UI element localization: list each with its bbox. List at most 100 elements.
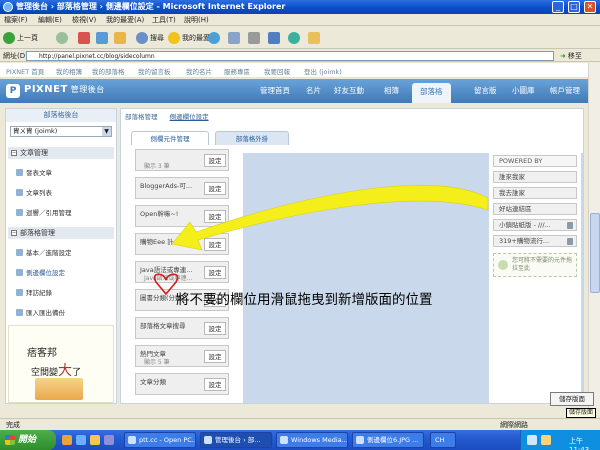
widget-links[interactable]: 好站連結區 (493, 203, 577, 215)
history-button[interactable] (208, 31, 222, 45)
page-scrollbar[interactable] (588, 63, 600, 408)
widget-settings-button[interactable]: 設定 (204, 322, 226, 335)
nav-tab-blog[interactable]: 部落格 (412, 83, 451, 103)
favorites-button[interactable]: 我的最愛 (168, 31, 210, 45)
nav-tab-friends[interactable]: 好友互動 (334, 85, 364, 96)
edit-button[interactable] (268, 31, 282, 45)
quicklaunch-folder-icon[interactable] (90, 435, 100, 445)
tab-widget-manager[interactable]: 側欄元件管理 (131, 131, 209, 145)
blog-account-select[interactable]: 胄ㄨ胄 (joimk) ▼ (10, 126, 112, 137)
menu-help[interactable]: 說明(H) (184, 15, 209, 25)
messenger-button[interactable] (288, 31, 302, 45)
sidebar-item-sidebar-settings[interactable]: 側邊欄位設定 (16, 267, 65, 277)
widget-item[interactable]: 購物Eee 計... 設定 (135, 233, 229, 255)
widget-item[interactable]: 顯示 3 筆 設定 (135, 149, 229, 171)
print-button[interactable] (248, 31, 262, 45)
taskbar-task-active[interactable]: 管理後台 › 部... (200, 432, 272, 448)
link-my-album[interactable]: 我的相簿 (56, 66, 82, 76)
widget-drop-zone[interactable]: 您可將不需要的元件拖拉至此 (493, 253, 577, 277)
nav-tab-guestbook[interactable]: 留言版 (474, 85, 497, 96)
refresh-button[interactable] (96, 31, 110, 45)
taskbar-task[interactable]: 側邊欄位6.JPG ... (352, 432, 424, 448)
home-button[interactable] (114, 31, 128, 45)
mail-button[interactable] (228, 31, 242, 45)
trash-icon[interactable] (567, 222, 573, 229)
widget-visitors[interactable]: 誰來我家 (493, 171, 577, 183)
start-button[interactable]: 開始 (0, 430, 56, 450)
sidebar-item-visit-log[interactable]: 拜訪紀錄 (16, 287, 52, 297)
widget-settings-button[interactable]: 設定 (204, 182, 226, 195)
link-my-card[interactable]: 我的名片 (186, 66, 212, 76)
space-upgrade-ad[interactable]: 痞客邦 空間變大了 (8, 325, 114, 403)
link-logout[interactable]: 登出 (joimk) (304, 66, 342, 76)
trash-icon[interactable] (567, 238, 573, 245)
link-my-blog[interactable]: 我的部落格 (92, 66, 125, 76)
sidebar-item-settings[interactable]: 基本／進階設定 (16, 247, 72, 257)
stop-button[interactable] (78, 31, 92, 45)
widget-visited[interactable]: 我去誰家 (493, 187, 577, 199)
taskbar-task[interactable]: Windows Media... (276, 432, 348, 448)
quicklaunch-firefox-icon[interactable] (62, 435, 72, 445)
comment-icon (16, 209, 23, 216)
sidebar-item-comments[interactable]: 迴響／引用管理 (16, 207, 72, 217)
widget-sticker[interactable]: 小鎮貼紙版 - ///... (493, 219, 577, 231)
forward-button[interactable] (56, 31, 70, 45)
widget-settings-button[interactable]: 設定 (204, 266, 226, 279)
widget-item[interactable]: Java語法或專連... Java語法或專連... 設定 (135, 261, 229, 283)
widget-settings-button[interactable]: 設定 (204, 210, 226, 223)
nav-tab-account[interactable]: 帳戶管理 (550, 85, 580, 96)
sidebar-item-post-list[interactable]: 文章列表 (16, 187, 52, 197)
quicklaunch-ie-icon[interactable] (76, 435, 86, 445)
widget-settings-button[interactable]: 設定 (204, 378, 226, 391)
back-button[interactable]: 上一頁 (3, 31, 38, 45)
widget-powered-by[interactable]: POWERED BY (493, 155, 577, 167)
widget-item[interactable]: 部落格文章搜尋 設定 (135, 317, 229, 339)
scrollbar-thumb[interactable] (590, 213, 600, 293)
widget-settings-button[interactable]: 設定 (204, 238, 226, 251)
breadcrumb-root[interactable]: 部落格管理 (125, 113, 158, 121)
widget-settings-button[interactable]: 設定 (204, 154, 226, 167)
sidebar-group-blog[interactable]: − 部落格管理 (8, 227, 114, 239)
quicklaunch-media-icon[interactable] (104, 435, 114, 445)
link-my-guestbook[interactable]: 我的留言板 (138, 66, 171, 76)
nav-tab-album[interactable]: 相簿 (384, 85, 399, 96)
tray-volume-icon[interactable] (541, 435, 551, 445)
address-input[interactable]: http://panel.pixnet.cc/blog/sidecolumn (26, 51, 554, 61)
sidebar-item-new-post[interactable]: 發表文章 (16, 167, 52, 177)
menu-tools[interactable]: 工具(T) (152, 15, 176, 25)
close-button[interactable]: ✕ (584, 1, 596, 13)
widget-item[interactable]: BloggerAds-可... 設定 (135, 177, 229, 199)
go-button[interactable]: ➜ 移至 (560, 51, 582, 61)
sidebar-group-articles[interactable]: − 文章管理 (8, 147, 114, 159)
language-indicator[interactable]: CH (430, 432, 456, 448)
star-icon (168, 32, 180, 44)
menu-view[interactable]: 檢視(V) (72, 15, 96, 25)
search-button[interactable]: 搜尋 (136, 31, 164, 45)
window-title-bar[interactable]: 管理後台 › 部落格管理 › 側邊欄位設定 - Microsoft Intern… (0, 0, 600, 14)
nav-tab-card[interactable]: 名片 (306, 85, 321, 96)
widget-item[interactable]: Open幹嘛~! 設定 (135, 205, 229, 227)
sidebar-item-backup[interactable]: 匯入匯出備份 (16, 307, 65, 317)
refresh-icon (96, 32, 108, 44)
maximize-button[interactable]: □ (568, 1, 580, 13)
tray-network-icon[interactable] (527, 435, 537, 445)
nav-tab-gallery[interactable]: 小圖庫 (512, 85, 535, 96)
minimize-button[interactable]: _ (552, 1, 564, 13)
ad-brand: 痞客邦 (27, 348, 57, 359)
widget-shopping[interactable]: 319+購物流行... (493, 235, 577, 247)
link-pixnet-home[interactable]: PIXNET 首頁 (6, 66, 44, 76)
taskbar-task[interactable]: ptt.cc - Open PC... (124, 432, 196, 448)
menu-favorites[interactable]: 我的最愛(A) (106, 15, 144, 25)
widget-settings-button[interactable]: 設定 (204, 350, 226, 363)
folder-button[interactable] (308, 31, 322, 45)
widget-item[interactable]: 文章分類 設定 (135, 373, 229, 395)
nav-tab-home[interactable]: 管理首頁 (260, 85, 290, 96)
menu-edit[interactable]: 編輯(E) (38, 15, 62, 25)
tab-blog-plugins[interactable]: 部落格外掛 (215, 131, 289, 145)
save-layout-button[interactable]: 儲存版面 (550, 392, 594, 406)
link-service[interactable]: 服務專區 (224, 66, 250, 76)
widget-item[interactable]: 熱門文章 顯示 5 筆 設定 (135, 345, 229, 367)
link-report[interactable]: 我要回報 (264, 66, 290, 76)
menu-file[interactable]: 檔案(F) (4, 15, 28, 25)
pixnet-logo-icon: P (6, 84, 20, 98)
